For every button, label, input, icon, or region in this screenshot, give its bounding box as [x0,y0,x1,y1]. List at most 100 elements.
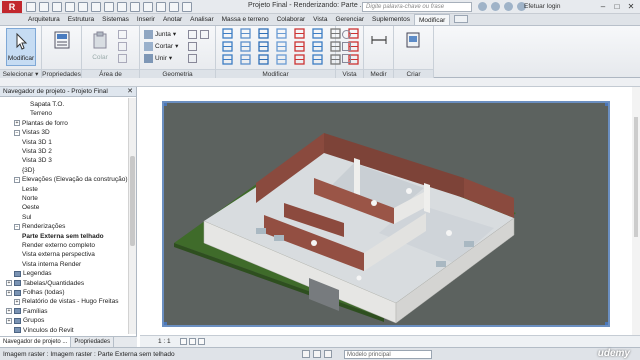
panel-select-label[interactable]: Selecionar ▾ [0,69,41,78]
create-similar-icon[interactable] [256,54,271,65]
undo-icon[interactable] [52,2,62,12]
offset-icon[interactable] [238,28,253,39]
tree-item[interactable]: Oeste [22,203,39,212]
save-icon[interactable] [39,2,49,12]
expand-icon[interactable]: + [6,308,12,315]
match-icon[interactable] [238,54,253,65]
measure-icon[interactable] [91,2,101,12]
tree-item[interactable]: Leste [22,185,38,194]
move-icon[interactable] [220,41,235,52]
vertical-scrollbar[interactable] [128,98,136,334]
collapse-icon[interactable]: − [14,129,20,136]
trim-icon[interactable] [274,41,289,52]
collapse-icon[interactable]: − [14,223,20,230]
hide-element-icon[interactable] [342,29,351,39]
ribbon-minimize-icon[interactable] [454,15,469,23]
resize-handle[interactable] [164,322,167,325]
minimize-button[interactable]: – [596,1,610,12]
rendered-image[interactable] [162,101,610,327]
tree-item[interactable]: − Vistas 3D [14,128,50,137]
view-scale[interactable]: 1 : 1 [158,338,171,345]
tree-item[interactable]: Sul [22,213,31,222]
expand-icon[interactable]: + [6,280,12,287]
view-scrollbar[interactable] [632,87,640,335]
resize-handle[interactable] [605,322,608,325]
array-icon[interactable] [310,41,325,52]
tree-item[interactable]: Vista externa perspectiva [22,250,95,259]
communication-icon[interactable] [504,2,513,11]
view-scroll-thumb[interactable] [634,117,638,237]
copy-icon[interactable] [238,41,253,52]
cut-geometry-button[interactable]: Cortar ▾ [144,41,178,51]
close-button[interactable]: ✕ [624,1,638,12]
text-icon[interactable] [104,2,114,12]
split-gap-icon[interactable] [292,54,307,65]
tree-item[interactable]: Sapata T.O. [30,100,64,109]
paint-icon[interactable] [188,53,197,63]
tree-item[interactable]: Parte Externa sem telhado [22,232,104,241]
tab-gerenciar[interactable]: Gerenciar [331,14,368,25]
tab-anotar[interactable]: Anotar [159,14,186,25]
app-menu-button[interactable]: R [2,1,22,13]
join-button[interactable]: Junta ▾ [144,29,176,39]
tab-massa-e-terreno[interactable]: Massa e terreno [218,14,273,25]
tree-item[interactable]: Terreno [30,109,52,118]
split-icon[interactable] [292,28,307,39]
tree-item[interactable]: + Folhas (todas) [6,288,65,297]
resize-handle[interactable] [164,103,167,106]
cut-icon[interactable] [118,29,127,39]
wall-joins-icon[interactable] [188,29,197,39]
search-input[interactable]: Digite palavra-chave ou frase [362,2,472,12]
properties-button[interactable] [47,28,77,66]
tree-item[interactable]: + Tabelas/Quantidades [6,279,84,288]
modify-button[interactable]: Modificar [6,28,36,66]
tree-item[interactable]: − Elevações (Elevação da construção) [14,175,128,184]
tree-item[interactable]: Vínculos do Revit [6,326,74,334]
sign-in-button[interactable]: Efetuar login [524,3,561,10]
demolish-icon[interactable] [200,29,209,39]
tree-item[interactable]: Vista 3D 1 [22,138,52,147]
design-options-icon[interactable] [313,350,321,358]
main-model-select[interactable]: Modelo principal [344,350,432,359]
redo-icon[interactable] [65,2,75,12]
thin-lines-icon[interactable] [143,2,153,12]
paste-button[interactable]: Colar [85,28,115,66]
tab-vista[interactable]: Vista [309,14,331,25]
visual-style-icon[interactable] [189,338,196,345]
measure-button[interactable] [364,28,394,66]
print-icon[interactable] [78,2,88,12]
tree-item[interactable]: + Plantas de forro [14,119,68,128]
override-graphics-icon[interactable] [342,41,351,51]
close-hidden-icon[interactable] [156,2,166,12]
filter-icon[interactable] [324,350,332,358]
open-icon[interactable] [26,2,36,12]
maximize-button[interactable]: □ [610,1,624,12]
trim-corner-icon[interactable] [274,54,289,65]
expand-icon[interactable]: + [14,120,20,127]
match-properties-icon[interactable] [118,53,127,63]
customize-qat-icon[interactable] [182,2,192,12]
crop-view-icon[interactable] [198,338,205,345]
tab-project-browser[interactable]: Navegador de projeto ... [0,337,72,347]
close-icon[interactable]: ✕ [127,87,133,97]
search-icon[interactable] [478,2,487,11]
tree-item[interactable]: Vista 3D 2 [22,147,52,156]
tab-colaborar[interactable]: Colaborar [273,14,310,25]
switch-windows-icon[interactable] [169,2,179,12]
tab-inserir[interactable]: Inserir [133,14,159,25]
tab-analisar[interactable]: Analisar [186,14,217,25]
tree-item[interactable]: + Relatório de vistas - Hugo Freitas [14,297,118,306]
tree-item[interactable]: Vista 3D 3 [22,156,52,165]
collapse-icon[interactable]: − [14,176,20,183]
extend-icon[interactable] [292,41,307,52]
tree-item[interactable]: Vista interna Render [22,260,81,269]
tree-item[interactable]: Legendas [6,269,52,278]
section-icon[interactable] [130,2,140,12]
tree-item[interactable]: + Famílias [6,307,48,316]
unite-button[interactable]: Unir ▾ [144,53,172,63]
tree-item[interactable]: Norte [22,194,38,203]
expand-icon[interactable]: + [14,298,20,305]
linework-icon[interactable] [342,53,351,63]
scroll-thumb[interactable] [130,156,135,246]
tab-sistemas[interactable]: Sistemas [98,14,133,25]
